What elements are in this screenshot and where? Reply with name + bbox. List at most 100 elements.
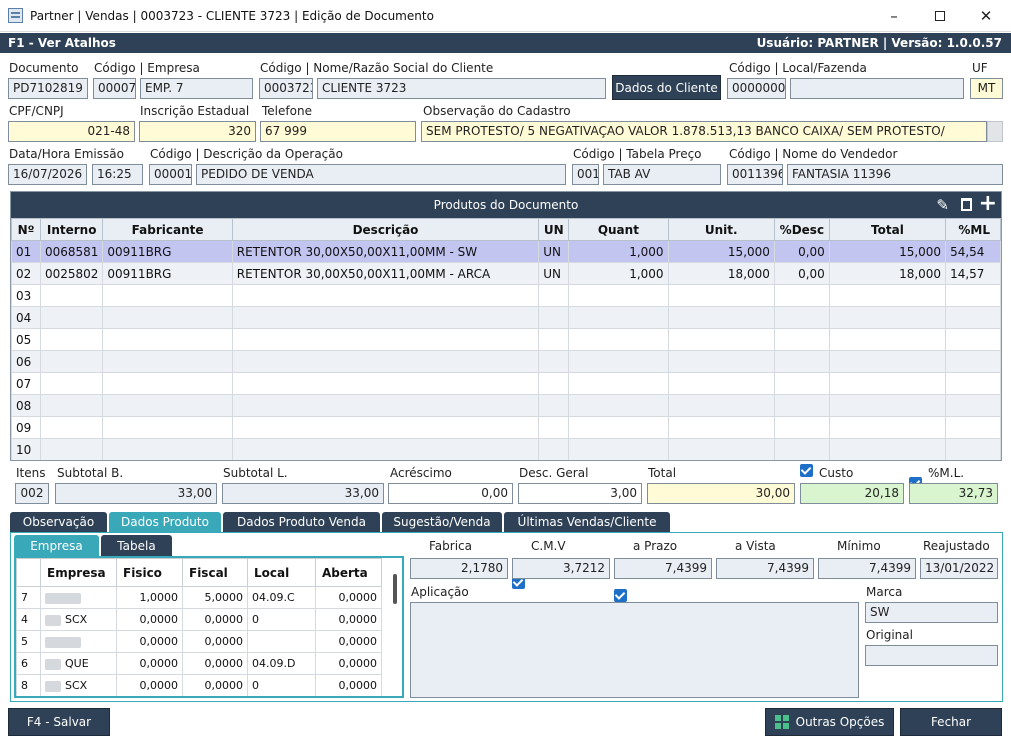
empresa-name-cell: QUE xyxy=(40,652,117,675)
local-code-field[interactable]: 0000000 xyxy=(727,78,786,99)
empresa-col-header[interactable]: Empresa xyxy=(40,558,117,587)
add-icon[interactable]: + xyxy=(979,192,997,217)
table-cell: 08 xyxy=(11,394,41,417)
redacted-block xyxy=(45,658,61,670)
table-row[interactable]: 08 xyxy=(11,394,1001,417)
itens-label: Itens xyxy=(16,466,46,480)
prazo-checkbox[interactable] xyxy=(614,589,627,602)
empresa-name-cell: SCX xyxy=(40,608,117,631)
products-col-header[interactable]: Quant xyxy=(568,218,669,241)
table-cell xyxy=(102,284,233,307)
empresa-name-text: SCX xyxy=(65,679,88,692)
table-cell: 14,57 xyxy=(945,262,1001,285)
tab-observacao[interactable]: Observação xyxy=(10,512,107,532)
products-col-header[interactable]: UN xyxy=(538,218,570,241)
products-col-header[interactable]: Unit. xyxy=(667,218,775,241)
tab-ultimas-vendas[interactable]: Últimas Vendas/Cliente xyxy=(504,512,670,532)
telefone-field[interactable]: 67 999 xyxy=(260,121,416,142)
vendedor-code-field[interactable]: 0011396 xyxy=(727,164,783,185)
table-cell xyxy=(231,438,540,460)
obs-scrollbar[interactable] xyxy=(987,121,1003,142)
outras-opcoes-button[interactable]: Outras Opções xyxy=(765,708,894,736)
table-cell xyxy=(828,438,947,460)
emissao-label: Data/Hora Emissão xyxy=(9,147,124,161)
products-col-header[interactable]: %Desc xyxy=(773,218,830,241)
empresa-scrollbar[interactable] xyxy=(393,574,397,604)
data-emissao-field[interactable]: 16/07/2026 xyxy=(8,164,87,185)
table-row[interactable]: 04 xyxy=(11,306,1001,329)
table-row[interactable]: 07 xyxy=(11,372,1001,395)
empresa-col-header[interactable]: Fisico xyxy=(116,558,183,587)
original-label: Original xyxy=(866,628,913,642)
empresa-code-field[interactable]: 00007 xyxy=(93,78,136,99)
empresa-name-field[interactable]: EMP. 7 xyxy=(140,78,253,99)
table-row[interactable]: 05 xyxy=(11,328,1001,351)
hora-emissao-field[interactable]: 16:25 xyxy=(92,164,143,185)
uf-field[interactable]: MT xyxy=(970,78,1003,99)
table-cell xyxy=(773,372,830,395)
table-cell xyxy=(568,350,669,373)
products-col-header[interactable]: Fabricante xyxy=(102,218,233,241)
products-col-header[interactable]: Interno xyxy=(39,218,104,241)
list-item[interactable]: 6 QUE 0,0000 0,0000 04.09.D 0,0000 xyxy=(16,652,382,675)
vendedor-name-field[interactable]: FANTASIA 11396 xyxy=(787,164,1003,185)
table-cell xyxy=(231,328,540,351)
table-row[interactable]: 06 xyxy=(11,350,1001,373)
salvar-button[interactable]: F4 - Salvar xyxy=(8,708,110,736)
close-icon[interactable]: ✕ xyxy=(963,0,1009,32)
subtab-empresa[interactable]: Empresa xyxy=(14,535,99,556)
custo-checkbox[interactable] xyxy=(800,464,813,477)
local-name-field[interactable] xyxy=(790,78,964,99)
cliente-name-field[interactable]: CLIENTE 3723 xyxy=(317,78,606,99)
aplicacao-field[interactable] xyxy=(410,602,859,698)
empresa-col-header[interactable]: Aberta xyxy=(315,558,382,587)
tabela-desc-field[interactable]: TAB AV xyxy=(603,164,721,185)
products-col-header[interactable]: %ML xyxy=(945,218,1001,241)
obs-cadastro-field[interactable]: SEM PROTESTO/ 5 NEGATIVAÇAO VALOR 1.878.… xyxy=(421,121,987,142)
local-label: Código | Local/Fazenda xyxy=(729,61,867,75)
minimize-icon[interactable]: – xyxy=(871,0,917,32)
aplicacao-label: Aplicação xyxy=(411,585,469,599)
list-item[interactable]: 4 SCX 0,0000 0,0000 0 0,0000 xyxy=(16,608,382,631)
maximize-icon[interactable] xyxy=(917,0,963,32)
empresa-col-header[interactable]: Local xyxy=(247,558,316,587)
operacao-code-field[interactable]: 00001 xyxy=(149,164,192,185)
empresa-cell: 0,0000 xyxy=(315,674,382,696)
table-cell xyxy=(231,306,540,329)
fechar-button[interactable]: Fechar xyxy=(900,708,1002,736)
tabela-code-field[interactable]: 001 xyxy=(572,164,599,185)
table-row[interactable]: 09 xyxy=(11,416,1001,439)
dados-cliente-button[interactable]: Dados do Cliente xyxy=(612,75,721,100)
operacao-desc-field[interactable]: PEDIDO DE VENDA xyxy=(196,164,566,185)
list-item[interactable]: 8 SCX 0,0000 0,0000 0 0,0000 xyxy=(16,674,382,696)
table-cell xyxy=(102,416,233,439)
desc-geral-field[interactable]: 3,00 xyxy=(518,483,642,504)
shortcuts-link[interactable]: F1 - Ver Atalhos xyxy=(8,36,116,50)
products-col-header[interactable]: Nº xyxy=(11,218,41,241)
cliente-code-field[interactable]: 0003723 xyxy=(259,78,313,99)
table-cell xyxy=(102,372,233,395)
tab-sugestao-venda[interactable]: Sugestão/Venda xyxy=(382,512,502,532)
table-cell xyxy=(828,328,947,351)
table-row[interactable]: 02 0025802 00911BRG RETENTOR 30,00X50,00X11… xyxy=(11,262,1001,285)
documento-field[interactable]: PD7102819 xyxy=(8,78,88,99)
products-col-header[interactable]: Total xyxy=(828,218,947,241)
trash-icon[interactable] xyxy=(961,198,972,211)
tab-dados-produto[interactable]: Dados Produto xyxy=(109,512,221,532)
subtab-tabela[interactable]: Tabela xyxy=(101,535,172,556)
table-row[interactable]: 01 0068581 00911BRG RETENTOR 30,00X50,00X11… xyxy=(11,240,1001,263)
empresa-col-header[interactable]: Fiscal xyxy=(182,558,248,587)
tab-dados-produto-venda[interactable]: Dados Produto Venda xyxy=(223,512,380,532)
table-row[interactable]: 03 xyxy=(11,284,1001,307)
list-item[interactable]: 5 0,0000 0,0000 0,0000 xyxy=(16,630,382,653)
table-row[interactable]: 10 xyxy=(11,438,1001,460)
products-col-header[interactable]: Descrição xyxy=(231,218,540,241)
cpf-field[interactable]: 021-48 xyxy=(8,121,135,142)
ie-field[interactable]: 320 xyxy=(139,121,256,142)
acrescimo-field[interactable]: 0,00 xyxy=(388,483,513,504)
uf-label: UF xyxy=(972,61,988,75)
empresa-col-header[interactable] xyxy=(16,558,41,587)
edit-icon[interactable]: ✎ xyxy=(936,192,949,218)
subtotal-l-label: Subtotal L. xyxy=(223,466,288,480)
list-item[interactable]: 7 1,0000 5,0000 04.09.C 0,0000 xyxy=(16,586,382,609)
